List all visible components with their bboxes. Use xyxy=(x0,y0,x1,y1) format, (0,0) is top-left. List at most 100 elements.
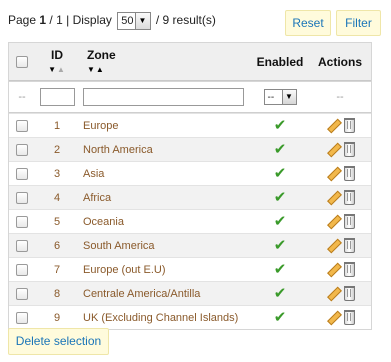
row-zone[interactable]: Centrale America/Antilla xyxy=(83,288,200,300)
filter-button[interactable]: Filter xyxy=(336,10,381,36)
pencil-icon[interactable] xyxy=(326,167,339,180)
row-checkbox[interactable] xyxy=(16,215,28,228)
row-zone[interactable]: Europe xyxy=(83,120,118,132)
column-zone: Zone ▼▲ xyxy=(87,43,257,80)
pencil-icon[interactable] xyxy=(326,239,339,252)
trash-icon[interactable] xyxy=(343,190,355,205)
table-row: 1 Europe ✔ xyxy=(9,113,371,137)
pencil-icon[interactable] xyxy=(326,119,339,132)
select-all-checkbox[interactable] xyxy=(16,55,28,68)
row-zone[interactable]: North America xyxy=(83,144,153,156)
total-pages: 1 xyxy=(56,13,63,28)
check-icon[interactable]: ✔ xyxy=(274,142,287,157)
row-zone[interactable]: Asia xyxy=(83,168,104,180)
row-id[interactable]: 3 xyxy=(54,168,60,180)
chevron-down-icon: ▼ xyxy=(281,90,296,104)
display-word: Display xyxy=(72,13,112,28)
pencil-icon[interactable] xyxy=(326,263,339,276)
toolbar: Page 1 / 1 | Display 50 ▼ / 9 result(s) … xyxy=(8,10,383,36)
chevron-down-icon: ▼ xyxy=(134,13,150,29)
row-zone[interactable]: Africa xyxy=(83,192,111,204)
reset-button[interactable]: Reset xyxy=(285,10,331,36)
row-id[interactable]: 7 xyxy=(54,264,60,276)
check-icon[interactable]: ✔ xyxy=(274,238,287,253)
pencil-icon[interactable] xyxy=(326,215,339,228)
row-checkbox[interactable] xyxy=(16,119,28,132)
table-row: 3 Asia ✔ xyxy=(9,161,371,185)
row-zone[interactable]: South America xyxy=(83,240,155,252)
check-icon[interactable]: ✔ xyxy=(274,118,287,133)
sort-desc-icon[interactable]: ▼ xyxy=(48,65,57,74)
column-actions-label: Actions xyxy=(317,54,362,69)
row-zone[interactable]: UK (Excluding Channel Islands) xyxy=(83,312,238,324)
actions-filter-dash: -- xyxy=(336,91,344,103)
table-body: 1 Europe ✔ 2 North America ✔ 3 Asia ✔ 4 … xyxy=(9,113,371,329)
results-count: / 9 result(s) xyxy=(155,13,216,28)
table-header: ID ▼▲ Zone ▼▲ Enabled Actions xyxy=(9,43,371,81)
sort-desc-icon[interactable]: ▼ xyxy=(87,65,96,74)
sort-asc-icon[interactable]: ▲ xyxy=(96,65,105,74)
delete-selection-button[interactable]: Delete selection xyxy=(8,328,109,355)
row-checkbox[interactable] xyxy=(16,239,28,252)
current-page: 1 xyxy=(39,13,47,28)
trash-icon[interactable] xyxy=(343,286,355,301)
table-row: 2 North America ✔ xyxy=(9,137,371,161)
filter-dash: -- xyxy=(18,91,26,103)
page-word: Page xyxy=(8,13,37,28)
check-icon[interactable]: ✔ xyxy=(274,262,287,277)
check-icon[interactable]: ✔ xyxy=(274,190,287,205)
table-row: 4 Africa ✔ xyxy=(9,185,371,209)
check-icon[interactable]: ✔ xyxy=(274,214,287,229)
row-checkbox[interactable] xyxy=(16,191,28,204)
table-row: 7 Europe (out E.U) ✔ xyxy=(9,257,371,281)
trash-icon[interactable] xyxy=(343,214,355,229)
filter-row: -- -- ▼ -- xyxy=(9,81,371,113)
check-icon[interactable]: ✔ xyxy=(274,286,287,301)
row-checkbox[interactable] xyxy=(16,311,28,324)
column-id-label: ID xyxy=(51,48,63,62)
table-row: 6 South America ✔ xyxy=(9,233,371,257)
pencil-icon[interactable] xyxy=(326,287,339,300)
column-actions: Actions xyxy=(309,43,371,80)
row-id[interactable]: 6 xyxy=(54,240,60,252)
column-enabled-label: Enabled xyxy=(256,54,304,69)
zone-filter-input[interactable] xyxy=(83,88,244,106)
id-filter-input[interactable] xyxy=(39,88,75,106)
row-checkbox[interactable] xyxy=(16,287,28,300)
check-icon[interactable]: ✔ xyxy=(274,166,287,181)
enabled-filter-value: -- xyxy=(267,92,275,103)
trash-icon[interactable] xyxy=(343,118,355,133)
sort-asc-icon[interactable]: ▲ xyxy=(57,65,66,74)
row-zone[interactable]: Oceania xyxy=(83,216,124,228)
table-row: 5 Oceania ✔ xyxy=(9,209,371,233)
enabled-filter-select[interactable]: -- ▼ xyxy=(263,89,297,105)
row-checkbox[interactable] xyxy=(16,263,28,276)
column-enabled: Enabled xyxy=(255,43,305,80)
row-id[interactable]: 5 xyxy=(54,216,60,228)
row-zone[interactable]: Europe (out E.U) xyxy=(83,264,166,276)
pagination: Page 1 / 1 | Display 50 ▼ / 9 result(s) xyxy=(8,12,216,30)
row-id[interactable]: 4 xyxy=(54,192,60,204)
row-id[interactable]: 8 xyxy=(54,288,60,300)
pencil-icon[interactable] xyxy=(326,143,339,156)
table-row: 8 Centrale America/Antilla ✔ xyxy=(9,281,371,305)
row-checkbox[interactable] xyxy=(16,143,28,156)
row-id[interactable]: 1 xyxy=(54,120,60,132)
pencil-icon[interactable] xyxy=(326,311,339,324)
trash-icon[interactable] xyxy=(343,166,355,181)
row-id[interactable]: 9 xyxy=(54,312,60,324)
table-row: 9 UK (Excluding Channel Islands) ✔ xyxy=(9,305,371,329)
trash-icon[interactable] xyxy=(343,238,355,253)
trash-icon[interactable] xyxy=(343,142,355,157)
per-page-select[interactable]: 50 ▼ xyxy=(117,12,151,30)
trash-icon[interactable] xyxy=(343,310,355,325)
row-id[interactable]: 2 xyxy=(54,144,60,156)
check-icon[interactable]: ✔ xyxy=(274,310,287,325)
pencil-icon[interactable] xyxy=(326,191,339,204)
row-checkbox[interactable] xyxy=(16,167,28,180)
per-page-value: 50 xyxy=(121,15,134,27)
column-id: ID ▼▲ xyxy=(39,43,75,80)
zones-table: ID ▼▲ Zone ▼▲ Enabled Actions -- -- ▼ --… xyxy=(8,42,372,330)
trash-icon[interactable] xyxy=(343,262,355,277)
column-zone-label: Zone xyxy=(87,48,116,62)
